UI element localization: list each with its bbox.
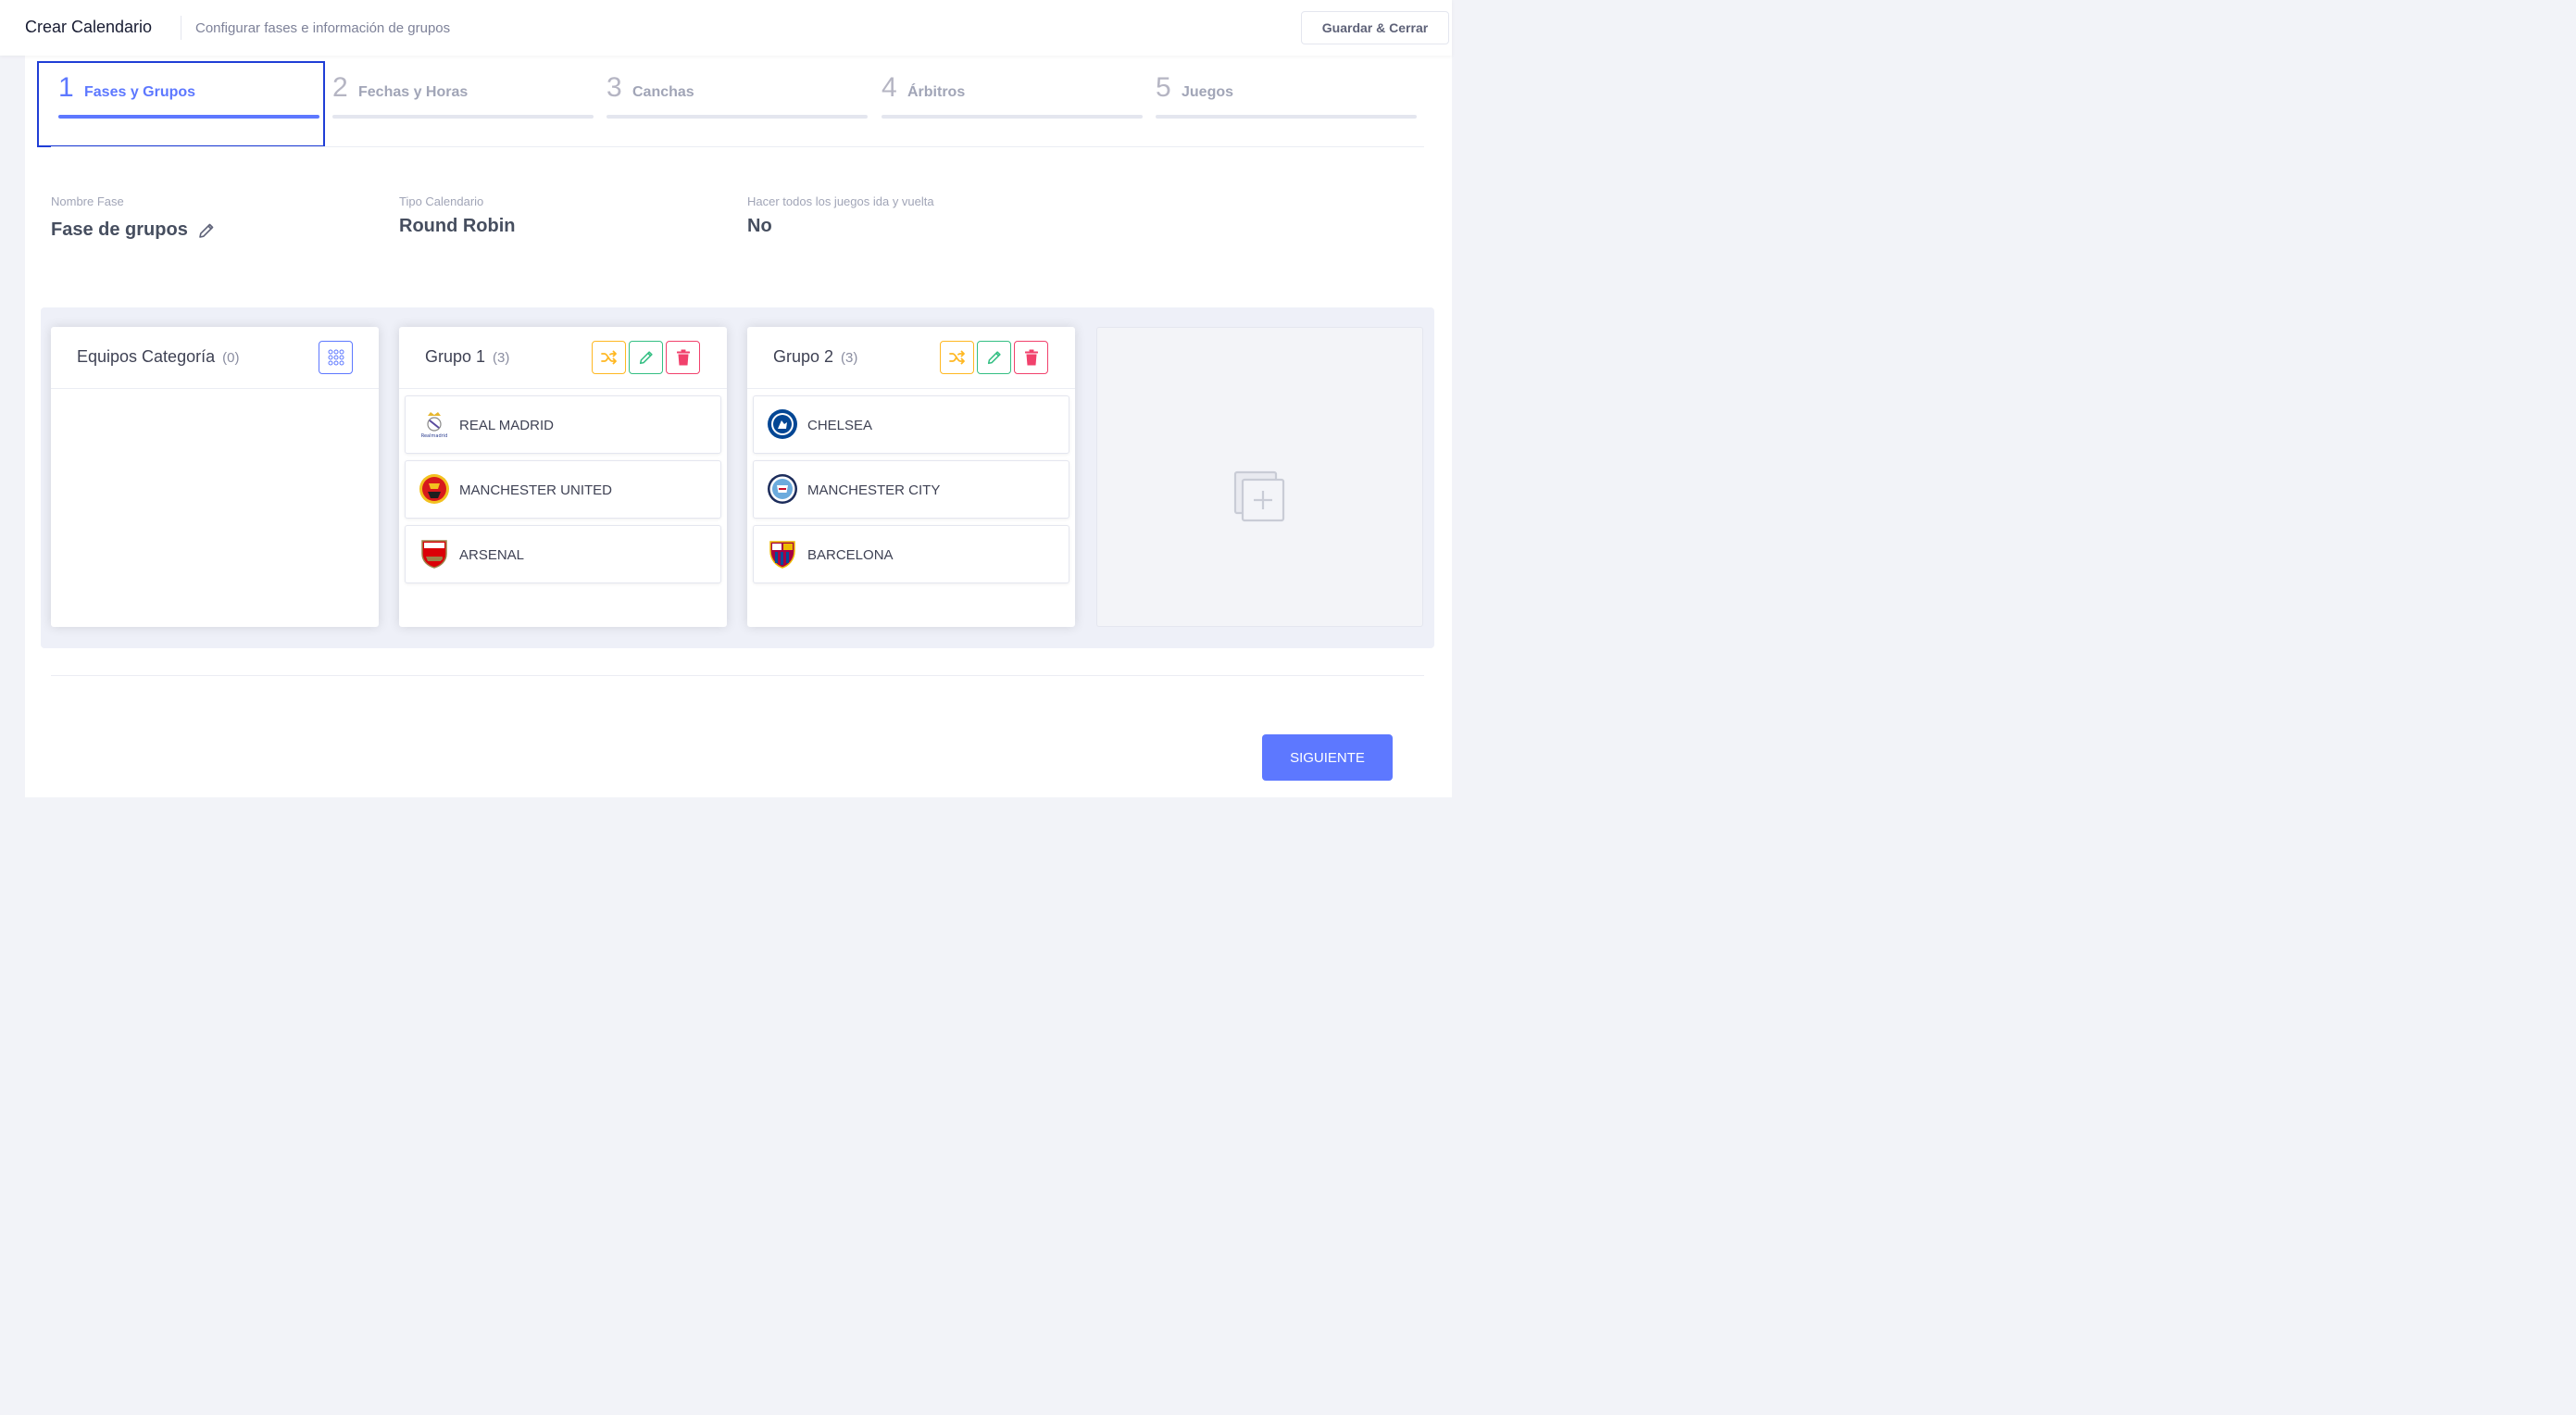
step-juegos[interactable]: 5 Juegos (1156, 72, 1417, 120)
barcelona-logo-icon (767, 538, 798, 570)
group-panel: Grupo 2 (3) CHELSEA MANCHESTER CITY BARC… (747, 327, 1075, 627)
panel-title: Grupo 2 (3) (773, 347, 858, 366)
team-name: CHELSEA (807, 418, 873, 433)
panel-title: Grupo 1 (3) (425, 347, 510, 366)
pencil-icon[interactable] (197, 221, 216, 240)
wizard-card: 1 Fases y Grupos 2 Fechas y Horas 3 Canc… (25, 56, 1452, 797)
team-name: ARSENAL (459, 547, 525, 563)
save-and-close-button[interactable]: Guardar & Cerrar (1301, 11, 1449, 44)
shuffle-icon (948, 348, 967, 367)
step-number: 3 (606, 72, 622, 103)
step-progress-bar (332, 115, 594, 119)
team-card[interactable]: Realmadrid REAL MADRID (405, 395, 721, 454)
step-progress-bar (606, 115, 868, 119)
team-card[interactable]: MANCHESTER UNITED (405, 460, 721, 519)
phase-name-value: Fase de grupos (51, 219, 188, 240)
svg-text:Realmadrid: Realmadrid (421, 433, 448, 439)
bottom-divider (51, 675, 1424, 676)
roundtrip-field: Hacer todos los juegos ida y vuelta No (747, 194, 934, 237)
calendar-type-label: Tipo Calendario (399, 194, 484, 208)
team-card[interactable]: CHELSEA (753, 395, 1069, 454)
step-progress-bar (1156, 115, 1417, 119)
step-label: Canchas (632, 84, 694, 100)
edit-group-button[interactable] (629, 341, 663, 374)
chelsea-logo-icon (767, 408, 798, 440)
page-title: Crear Calendario (25, 18, 153, 36)
step-arbitros[interactable]: 4 Árbitros (882, 72, 1143, 120)
pencil-icon (638, 349, 655, 366)
step-label: Juegos (1182, 84, 1234, 100)
step-label: Fechas y Horas (358, 84, 469, 100)
panel-title: Equipos Categoría (0) (77, 347, 240, 366)
step-canchas[interactable]: 3 Canchas (606, 72, 868, 120)
step-number: 4 (882, 72, 897, 103)
roundtrip-value: No (747, 216, 772, 236)
team-count: (0) (222, 350, 240, 366)
phase-name-label: Nombre Fase (51, 194, 124, 208)
team-name: MANCHESTER UNITED (459, 482, 613, 498)
manchester-united-logo-icon (419, 473, 450, 505)
panel-header: Grupo 2 (3) (747, 327, 1075, 389)
trash-icon (676, 349, 691, 366)
real-madrid-logo-icon: Realmadrid (419, 408, 450, 440)
trash-icon (1024, 349, 1039, 366)
steps-divider (51, 146, 1424, 147)
step-label: Árbitros (907, 84, 966, 100)
step-progress-bar (882, 115, 1143, 119)
edit-group-button[interactable] (977, 341, 1011, 374)
manchester-city-logo-icon (767, 473, 798, 505)
team-count: (3) (841, 350, 858, 366)
page-subtitle: Configurar fases e información de grupos (195, 20, 451, 36)
roundtrip-label: Hacer todos los juegos ida y vuelta (747, 194, 934, 208)
team-card[interactable]: MANCHESTER CITY (753, 460, 1069, 519)
add-copy-icon (1233, 470, 1287, 524)
groups-board: Equipos Categoría (0) Grupo 1 (3) Realma… (41, 307, 1434, 648)
category-teams-panel: Equipos Categoría (0) (51, 327, 379, 627)
grid-view-button[interactable] (319, 341, 353, 374)
calendar-type-value: Round Robin (399, 216, 516, 236)
grid-dots-icon (327, 348, 345, 367)
team-name: REAL MADRID (459, 418, 554, 433)
add-group-panel[interactable] (1096, 327, 1423, 627)
shuffle-button[interactable] (592, 341, 626, 374)
top-bar: Crear Calendario Configurar fases e info… (0, 0, 1452, 56)
team-name: MANCHESTER CITY (807, 482, 941, 498)
shuffle-icon (600, 348, 619, 367)
group-panel: Grupo 1 (3) Realmadrid REAL MADRID MANCH… (399, 327, 727, 627)
team-card[interactable]: ARSENAL (405, 525, 721, 583)
team-count: (3) (493, 350, 510, 366)
arsenal-logo-icon (419, 538, 450, 570)
next-button[interactable]: SIGUIENTE (1262, 734, 1393, 781)
phase-name-field: Nombre Fase Fase de grupos (51, 194, 216, 241)
calendar-type-field: Tipo Calendario Round Robin (399, 194, 516, 237)
delete-group-button[interactable] (666, 341, 700, 374)
panel-header: Equipos Categoría (0) (51, 327, 379, 389)
panel-header: Grupo 1 (3) (399, 327, 727, 389)
delete-group-button[interactable] (1014, 341, 1048, 374)
step-fechas-y-horas[interactable]: 2 Fechas y Horas (332, 72, 594, 120)
team-card[interactable]: BARCELONA (753, 525, 1069, 583)
pencil-icon (986, 349, 1003, 366)
active-step-focus-outline (37, 61, 325, 147)
step-number: 2 (332, 72, 348, 103)
team-name: BARCELONA (807, 547, 894, 563)
step-number: 5 (1156, 72, 1171, 103)
shuffle-button[interactable] (940, 341, 974, 374)
